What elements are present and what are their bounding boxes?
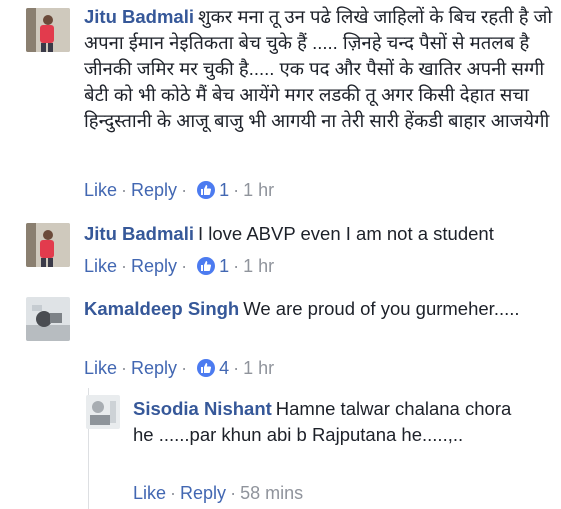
reply-button[interactable]: Reply <box>131 356 177 380</box>
timestamp[interactable]: 1 hr <box>243 254 274 278</box>
thumbs-up-icon[interactable] <box>197 359 216 377</box>
reaction-count[interactable]: 4 <box>219 356 229 380</box>
reply-button[interactable]: Reply <box>131 178 177 202</box>
like-button[interactable]: Like <box>84 356 117 380</box>
reply-button[interactable]: Reply <box>131 254 177 278</box>
like-button[interactable]: Like <box>84 254 117 278</box>
comment-actions: Like · Reply · 4 · 1 hr <box>84 356 275 380</box>
like-button[interactable]: Like <box>133 481 166 505</box>
reaction-count[interactable]: 1 <box>219 178 229 202</box>
avatar[interactable] <box>26 223 70 267</box>
comment-actions: Like · Reply · 58 mins <box>133 481 304 505</box>
author-name[interactable]: Jitu Badmali <box>84 6 194 27</box>
reply-button[interactable]: Reply <box>180 481 226 505</box>
avatar[interactable] <box>26 297 70 341</box>
thumbs-up-icon[interactable] <box>197 181 216 199</box>
author-name[interactable]: Sisodia Nishant <box>133 398 272 419</box>
comment-actions: Like · Reply · 1 · 1 hr <box>84 178 275 202</box>
comment-actions: Like · Reply · 1 · 1 hr <box>84 254 275 278</box>
author-name[interactable]: Jitu Badmali <box>84 223 194 244</box>
author-name[interactable]: Kamaldeep Singh <box>84 298 239 319</box>
comment-body: We are proud of you gurmeher..... <box>243 298 520 319</box>
reaction-count[interactable]: 1 <box>219 254 229 278</box>
comment-text: Sisodia Nishant Hamne talwar chalana chor… <box>133 396 513 448</box>
comment-text: Kamaldeep Singh We are proud of you gurme… <box>84 296 524 322</box>
avatar[interactable] <box>26 8 70 52</box>
thumbs-up-icon[interactable] <box>197 257 216 275</box>
comment-text: Jitu Badmali I love ABVP even I am not a … <box>84 221 554 247</box>
avatar[interactable] <box>86 395 120 429</box>
timestamp[interactable]: 58 mins <box>240 481 303 505</box>
comment-text: Jitu Badmali शुकर मना तू उन पढे लिखे जाहि… <box>84 4 554 134</box>
timestamp[interactable]: 1 hr <box>243 178 274 202</box>
timestamp[interactable]: 1 hr <box>243 356 274 380</box>
comment-body: I love ABVP even I am not a student <box>198 223 494 244</box>
like-button[interactable]: Like <box>84 178 117 202</box>
